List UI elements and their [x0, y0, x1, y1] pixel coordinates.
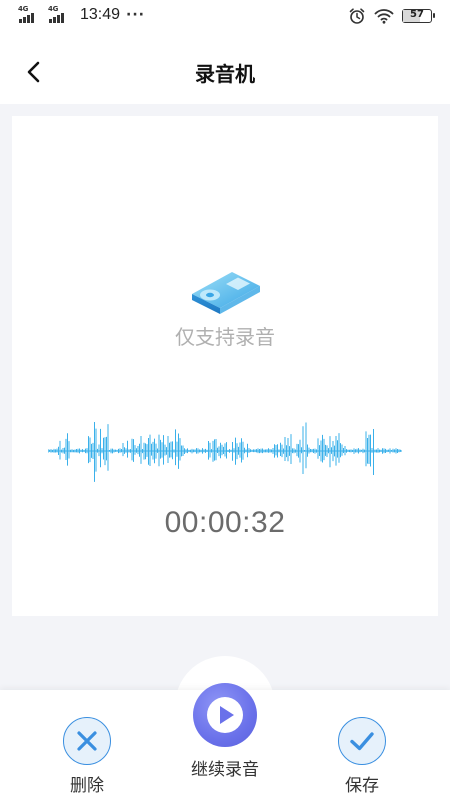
close-icon — [76, 730, 97, 751]
status-time: 13:49 — [80, 6, 121, 23]
save-circle[interactable] — [338, 717, 386, 765]
continue-recording-button[interactable]: 继续录音 — [170, 683, 280, 780]
signal-strength-icon: 4G — [18, 5, 42, 24]
save-label: 保存 — [345, 776, 379, 796]
delete-circle[interactable] — [63, 717, 111, 765]
play-icon — [220, 706, 234, 724]
header: 录音机 — [0, 34, 450, 104]
wifi-icon — [374, 9, 394, 24]
continue-recording-label: 继续录音 — [191, 760, 259, 780]
checkmark-icon — [349, 731, 374, 750]
status-left: 4G 4G 13:49 ··· — [18, 5, 146, 24]
network-type-label: 4G — [18, 5, 29, 13]
alarm-icon — [349, 8, 365, 24]
music-player-icon — [192, 272, 260, 314]
audio-waveform — [48, 421, 402, 482]
network-type-label-2: 4G — [48, 5, 59, 13]
status-more-indicator: ··· — [126, 7, 146, 23]
status-bar: 4G 4G 13:49 ··· 57 — [0, 0, 450, 34]
recording-timer: 00:00:32 — [164, 506, 286, 539]
signal-strength-icon-2: 4G — [48, 5, 72, 24]
delete-label: 删除 — [70, 776, 104, 796]
battery-level: 57 — [410, 9, 424, 20]
save-button[interactable]: 保存 — [330, 717, 394, 796]
battery-icon: 57 — [402, 9, 435, 23]
delete-button[interactable]: 删除 — [55, 717, 119, 796]
status-right: 57 — [348, 7, 435, 25]
play-button[interactable] — [193, 683, 257, 747]
recorder-card: 仅支持录音 00:00:32 — [12, 116, 438, 616]
support-notice: 仅支持录音 — [175, 325, 275, 349]
page-title: 录音机 — [195, 62, 255, 86]
